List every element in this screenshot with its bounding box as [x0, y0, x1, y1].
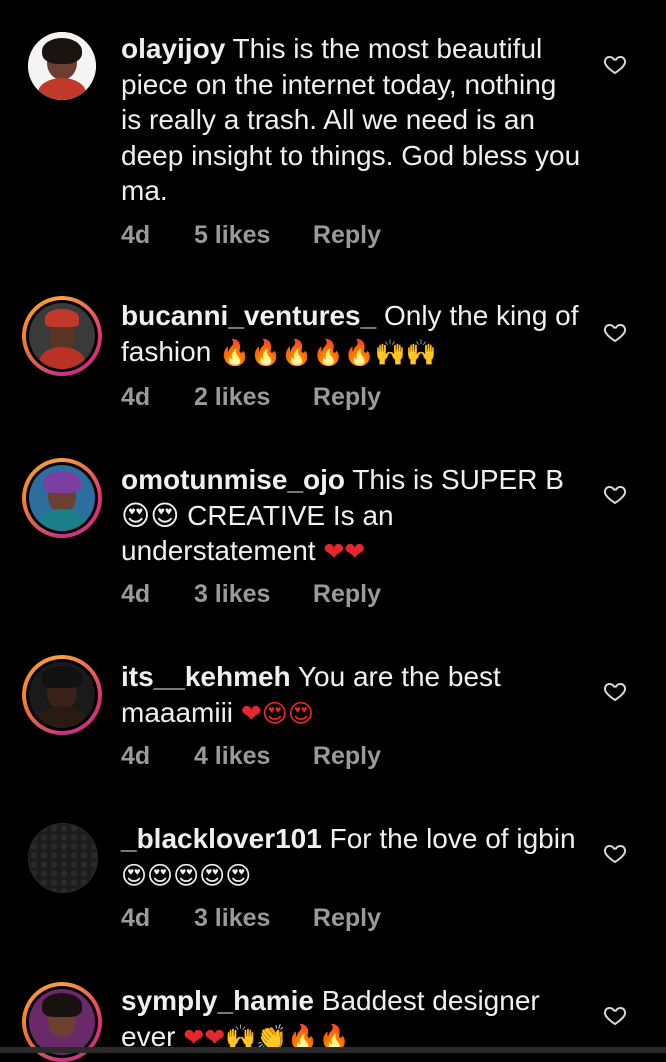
comment-meta: 4d 3 likes Reply: [121, 580, 381, 609]
comment-text: omotunmise_ojo This is SUPER B😍😍 CREATIV…: [121, 462, 581, 570]
comment-emoji: 🔥🔥🔥🔥🔥🙌🙌: [219, 337, 437, 367]
comment-meta: 4d 4 likes Reply: [121, 742, 381, 771]
comment-likes[interactable]: 2 likes: [194, 383, 306, 412]
comment-text: _blacklover101 For the love of igbin 😍😍😍…: [121, 821, 581, 893]
avatar[interactable]: [22, 655, 102, 735]
comment-username[interactable]: its__kehmeh: [121, 661, 291, 692]
reply-button[interactable]: Reply: [313, 904, 381, 933]
comment-username[interactable]: olayijoy: [121, 33, 225, 64]
bottom-scroll-edge: [0, 1047, 666, 1053]
comment-emoji: ❤❤: [323, 537, 366, 566]
comment-likes[interactable]: 4 likes: [194, 742, 306, 771]
comment-time: 4d: [121, 742, 151, 770]
comment-time: 4d: [121, 221, 151, 249]
heart-outline-icon[interactable]: [603, 1003, 627, 1027]
comment-meta: 4d 5 likes Reply: [121, 221, 381, 250]
comment-likes[interactable]: 3 likes: [194, 904, 306, 933]
comment-emoji: 😍😍😍😍😍: [121, 860, 252, 890]
comment-username[interactable]: bucanni_ventures_: [121, 300, 376, 331]
reply-button[interactable]: Reply: [313, 580, 381, 609]
comment-username[interactable]: symply_hamie: [121, 985, 314, 1016]
comment-likes[interactable]: 5 likes: [194, 221, 306, 250]
heart-outline-icon[interactable]: [603, 841, 627, 865]
comment-text: olayijoy This is the most beautiful piec…: [121, 31, 581, 209]
comment-time: 4d: [121, 904, 151, 932]
reply-button[interactable]: Reply: [313, 221, 381, 250]
heart-outline-icon[interactable]: [603, 679, 627, 703]
comment-likes[interactable]: 3 likes: [194, 580, 306, 609]
comment-text: its__kehmeh You are the best maaamiii ❤😍…: [121, 659, 581, 731]
comment-meta: 4d 2 likes Reply: [121, 383, 381, 412]
comment-text: bucanni_ventures_ Only the king of fashi…: [121, 298, 581, 370]
comment-meta: 4d 3 likes Reply: [121, 904, 381, 933]
heart-outline-icon[interactable]: [603, 320, 627, 344]
comment-emoji: ❤😍😍: [240, 698, 314, 728]
comment-username[interactable]: _blacklover101: [121, 823, 322, 854]
reply-button[interactable]: Reply: [313, 742, 381, 771]
avatar[interactable]: [22, 296, 102, 376]
avatar-pattern-icon: [29, 824, 97, 892]
comment-time: 4d: [121, 383, 151, 411]
avatar[interactable]: [28, 32, 96, 100]
comment-body: For the love of igbin: [329, 823, 576, 854]
avatar[interactable]: [22, 458, 102, 538]
comment-text: symply_hamie Baddest designer ever ❤❤🙌👏🔥…: [121, 983, 581, 1055]
comment-username[interactable]: omotunmise_ojo: [121, 464, 345, 495]
avatar[interactable]: [28, 823, 98, 893]
reply-button[interactable]: Reply: [313, 383, 381, 412]
heart-outline-icon[interactable]: [603, 482, 627, 506]
comment-time: 4d: [121, 580, 151, 608]
heart-outline-icon[interactable]: [603, 52, 627, 76]
